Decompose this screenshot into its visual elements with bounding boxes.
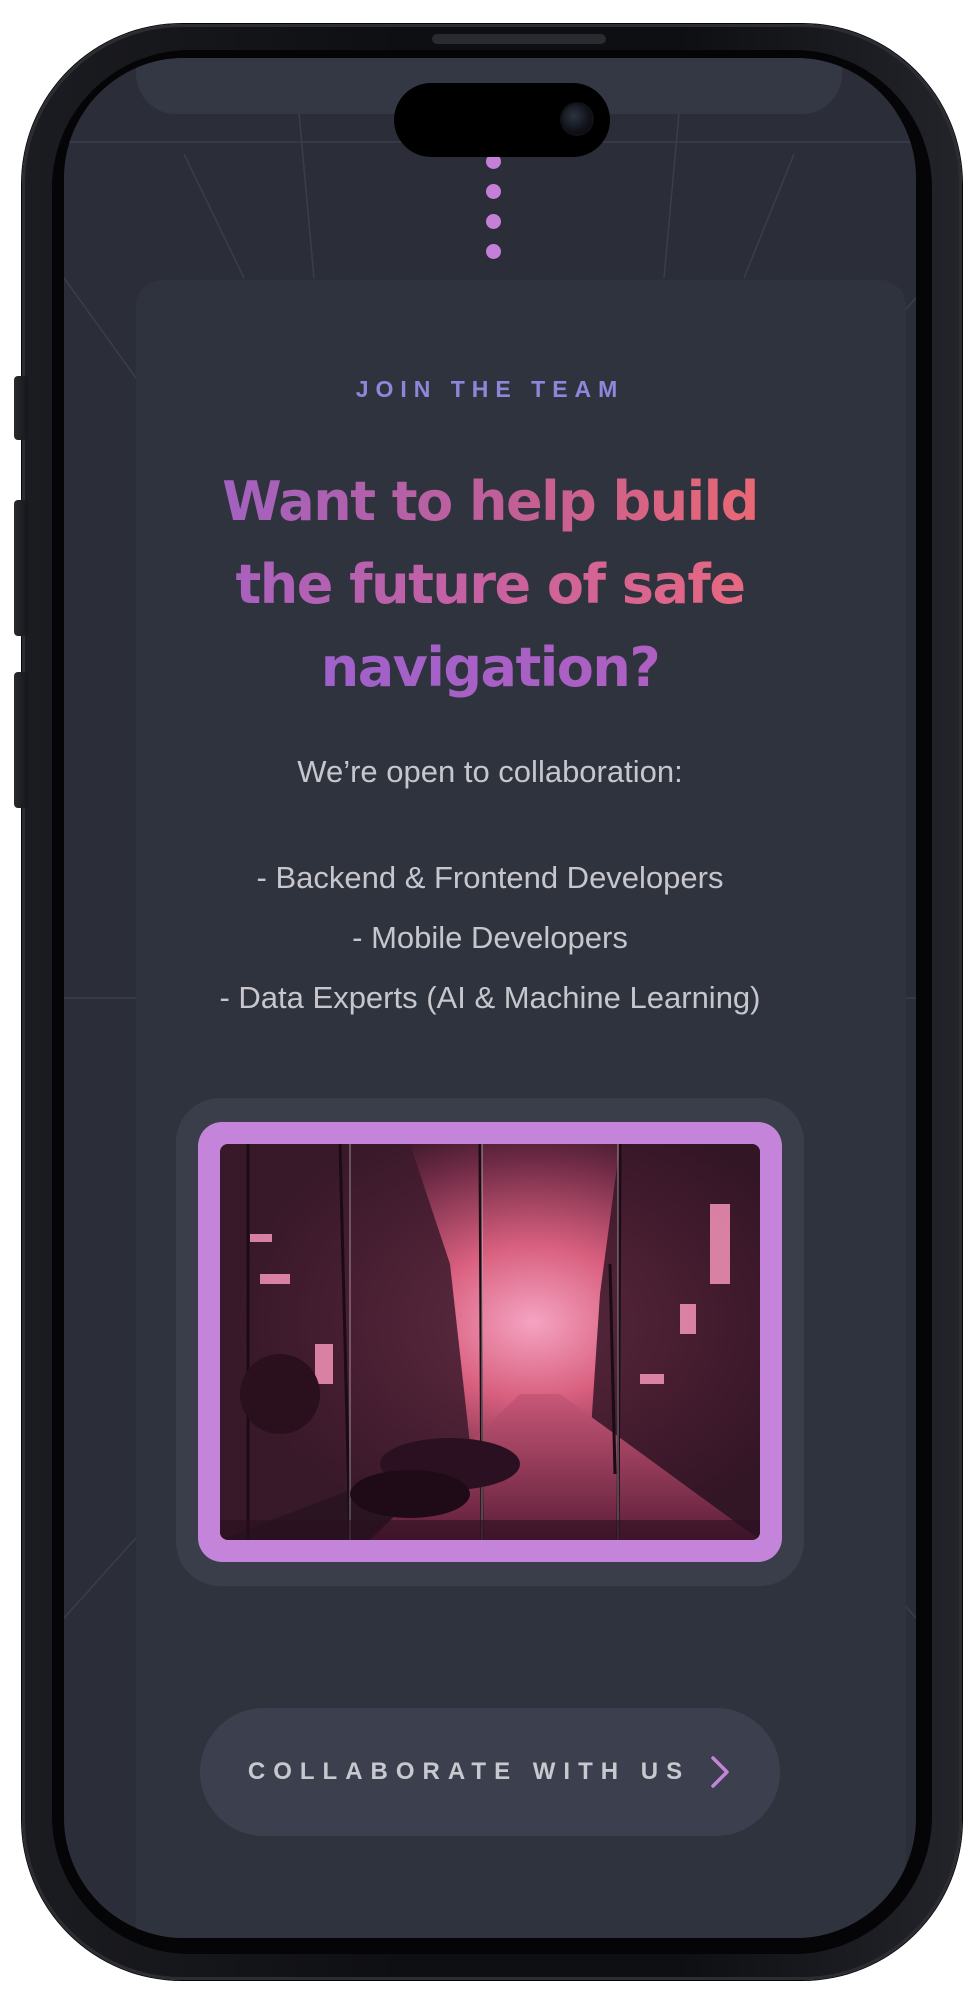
speaker-grille — [432, 34, 606, 44]
headline-line-2: the future of safe — [160, 543, 820, 626]
section-eyebrow: JOIN THE TEAM — [355, 376, 625, 402]
media-card — [176, 1098, 804, 1586]
neon-city-illustration — [220, 1144, 760, 1540]
city-street-image — [220, 1144, 760, 1540]
intro-text: We’re open to collaboration: — [297, 754, 683, 789]
screen: JOIN THE TEAM Want to help build the fut… — [64, 58, 916, 1938]
connector-dot — [486, 184, 501, 199]
volume-up-button — [14, 500, 28, 636]
timeline-connector — [486, 154, 502, 274]
volume-down-button — [14, 672, 28, 808]
connector-dot — [486, 244, 501, 259]
headline-line-1: Want to help build — [160, 460, 820, 543]
role-item: - Mobile Developers — [352, 920, 628, 955]
role-item: - Backend & Frontend Developers — [256, 860, 724, 895]
camera-icon — [562, 104, 592, 134]
headline-line-3: navigation? — [160, 626, 820, 709]
role-item: - Data Experts (AI & Machine Learning) — [219, 980, 761, 1015]
action-button — [14, 376, 28, 440]
collaborate-button-label: COLLABORATE WITH US — [247, 1758, 691, 1785]
connector-dot — [486, 214, 501, 229]
roles-list: - Backend & Frontend Developers - Mobile… — [64, 848, 916, 1028]
chevron-right-icon — [711, 1756, 729, 1788]
dynamic-island — [394, 83, 610, 157]
section-headline: Want to help build the future of safe na… — [160, 460, 820, 709]
collaborate-button[interactable]: COLLABORATE WITH US — [200, 1708, 780, 1836]
media-frame — [198, 1122, 782, 1562]
